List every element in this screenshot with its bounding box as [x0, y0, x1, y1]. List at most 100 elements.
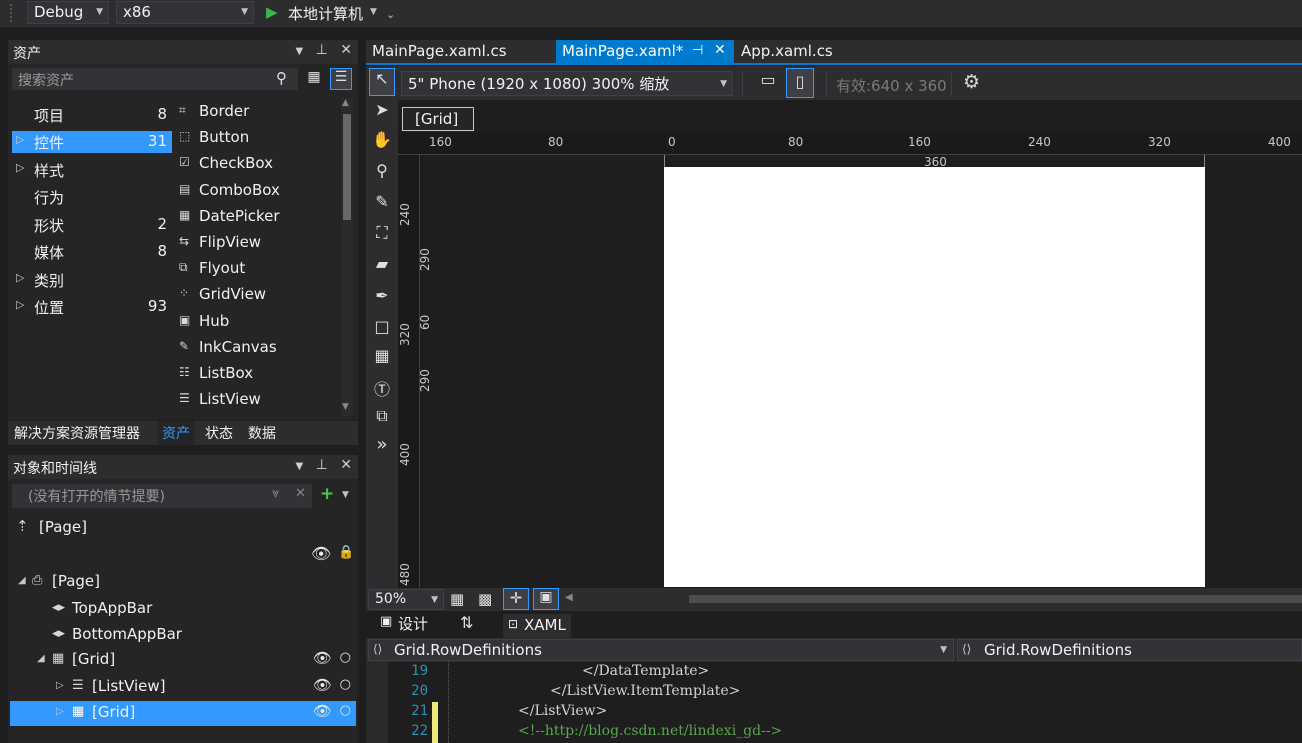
asset-control-item[interactable]: ⁘ GridView: [176, 284, 342, 308]
tab-solution-explorer[interactable]: 解决方案资源管理器: [10, 421, 144, 445]
close-icon[interactable]: ✕: [295, 486, 306, 501]
code-line[interactable]: 20 </ListView.ItemTemplate>: [366, 683, 1302, 703]
eye-icon[interactable]: 👁: [313, 676, 332, 694]
asset-category-item[interactable]: 项目 8: [12, 104, 172, 126]
select-arrow-icon[interactable]: ➤: [370, 100, 394, 126]
pen-icon[interactable]: ✒: [370, 286, 394, 312]
lock-icon[interactable]: 🔒: [338, 545, 354, 560]
tab-mainpage-cs[interactable]: MainPage.xaml.cs: [366, 40, 513, 64]
expand-icon[interactable]: ▷: [16, 161, 24, 174]
scroll-left-icon[interactable]: ◀: [565, 592, 573, 603]
tab-app-cs[interactable]: App.xaml.cs: [735, 40, 839, 64]
object-tree-item[interactable]: ◢ ▦ [Grid] 👁 ○: [10, 648, 356, 673]
grid-layout-icon[interactable]: ▦: [370, 346, 394, 372]
tab-xaml-view[interactable]: ⊡ XAML: [503, 614, 571, 638]
asset-category-item[interactable]: 媒体 8: [12, 241, 172, 263]
pan-hand-icon[interactable]: ✋: [370, 130, 394, 156]
scope-up-button[interactable]: ⇡ [Page]: [12, 516, 212, 538]
close-icon[interactable]: ✕: [714, 42, 726, 58]
asset-category-item[interactable]: ▷ 样式: [12, 159, 172, 181]
storyboard-dropdown[interactable]: (没有打开的情节提要) ⩔ ✕: [12, 484, 312, 508]
code-line[interactable]: 21 </ListView>: [366, 703, 1302, 723]
object-tree-item[interactable]: ◢ ⎙ [Page]: [10, 570, 356, 595]
gear-icon[interactable]: ⚙: [963, 71, 980, 93]
asset-control-item[interactable]: ⌗ Border: [176, 101, 342, 125]
lock-toggle-icon[interactable]: ○: [340, 703, 351, 718]
pin-icon[interactable]: ⊥: [316, 42, 328, 58]
text-tool-icon[interactable]: Ⓣ: [370, 376, 394, 402]
type-nav-dropdown[interactable]: ⟨⟩ Grid.RowDefinitions ▼: [368, 639, 954, 661]
list-view-icon[interactable]: ☰: [330, 68, 352, 90]
selection-tool-icon[interactable]: ↖: [369, 68, 395, 96]
lock-toggle-icon[interactable]: ○: [340, 650, 351, 665]
chevron-down-icon[interactable]: ▼: [342, 490, 349, 500]
more-tools-icon[interactable]: »: [370, 434, 394, 460]
platform-dropdown[interactable]: x86 ▼: [116, 1, 254, 24]
expand-icon[interactable]: ▷: [16, 298, 24, 311]
breadcrumb[interactable]: [Grid]: [402, 107, 474, 131]
eye-icon[interactable]: 👁: [311, 544, 331, 563]
asset-control-item[interactable]: ⧉ Flyout: [176, 258, 342, 282]
asset-control-item[interactable]: ☰ ListView: [176, 389, 342, 413]
search-icon[interactable]: ⚲: [276, 69, 287, 87]
close-icon[interactable]: ✕: [340, 457, 352, 473]
eyedropper-icon[interactable]: ✎: [370, 192, 394, 218]
snap-lines-icon[interactable]: ✛: [503, 588, 529, 610]
chevron-down-icon[interactable]: ▼: [295, 461, 303, 472]
code-line[interactable]: 19 </DataTemplate>: [366, 663, 1302, 683]
asset-category-item[interactable]: ▷ 类别: [12, 269, 172, 291]
device-dropdown[interactable]: 5" Phone (1920 x 1080) 300% 缩放 ▼: [401, 71, 733, 96]
tab-mainpage-xaml[interactable]: MainPage.xaml* ⊣ ✕: [556, 40, 734, 64]
asset-control-item[interactable]: ⬚ Button: [176, 127, 342, 151]
asset-category-item[interactable]: ▷ 位置 93: [12, 296, 172, 318]
overflow-icon[interactable]: ⌄: [386, 8, 395, 21]
asset-control-item[interactable]: ☑ CheckBox: [176, 153, 342, 177]
paint-bucket-icon[interactable]: ⛶: [370, 223, 394, 249]
object-tree-item[interactable]: ◂▸ BottomAppBar: [10, 623, 356, 648]
object-tree-item[interactable]: ◂▸ TopAppBar: [10, 597, 356, 622]
tab-states[interactable]: 状态: [201, 421, 237, 445]
chevron-down-icon[interactable]: ▼: [295, 46, 303, 57]
controls-scrollbar[interactable]: ▲ ▼: [341, 98, 353, 416]
collapse-icon[interactable]: ⩔: [272, 486, 279, 501]
asset-control-item[interactable]: ▤ ComboBox: [176, 180, 342, 204]
scroll-down-icon[interactable]: ▼: [342, 402, 349, 412]
asset-control-item[interactable]: ☷ ListBox: [176, 363, 342, 387]
asset-category-item[interactable]: 形状 2: [12, 214, 172, 236]
object-tree-item[interactable]: ▷ ☰ [ListView] 👁 ○: [10, 675, 356, 700]
eye-icon[interactable]: 👁: [313, 702, 332, 720]
expand-icon[interactable]: ▷: [56, 706, 64, 717]
control-tool-icon[interactable]: ⧉: [370, 406, 394, 432]
add-storyboard-icon[interactable]: +: [320, 484, 334, 504]
solution-config-dropdown[interactable]: Debug ▼: [27, 1, 109, 24]
run-button[interactable]: ▶ 本地计算机 ▼: [264, 2, 382, 24]
landscape-icon[interactable]: ▭: [755, 70, 781, 96]
tab-design-view[interactable]: ▣ 设计: [374, 612, 446, 635]
grid-view-icon[interactable]: ▦: [304, 69, 324, 89]
zoom-dropdown[interactable]: 50% ▼: [368, 589, 444, 610]
expand-icon[interactable]: ▷: [16, 133, 24, 146]
lock-toggle-icon[interactable]: ○: [340, 677, 351, 692]
artboard-page[interactable]: [664, 167, 1205, 587]
code-line[interactable]: 22 <!--http://blog.csdn.net/lindexi_gd-->: [366, 723, 1302, 743]
pin-icon[interactable]: ⊣: [692, 43, 703, 58]
zoom-icon[interactable]: ⚲: [370, 161, 394, 187]
snap-grid-icon[interactable]: ▩: [478, 590, 492, 608]
object-tree-item[interactable]: ▷ ▦ [Grid] 👁 ○: [10, 701, 356, 726]
asset-control-item[interactable]: ▣ Hub: [176, 311, 342, 335]
asset-control-item[interactable]: ▦ DatePicker: [176, 206, 342, 230]
close-icon[interactable]: ✕: [340, 42, 352, 58]
expand-icon[interactable]: ▷: [56, 680, 64, 691]
expand-icon[interactable]: ▷: [16, 271, 24, 284]
scroll-up-icon[interactable]: ▲: [342, 98, 349, 108]
swap-panes-icon[interactable]: ⇅: [460, 613, 473, 632]
grid-toggle-icon[interactable]: ▦: [450, 590, 464, 608]
horizontal-scrollbar-thumb[interactable]: [689, 595, 1302, 603]
asset-control-item[interactable]: ⇆ FlipView: [176, 232, 342, 256]
tab-assets[interactable]: 资产: [158, 421, 194, 445]
expand-icon[interactable]: ◢: [18, 575, 26, 586]
project-data-icon[interactable]: ▣: [533, 588, 559, 610]
member-nav-dropdown[interactable]: ⟨⟩ Grid.RowDefinitions: [957, 639, 1302, 661]
assets-search-input[interactable]: 搜索资产: [12, 68, 298, 90]
expand-icon[interactable]: ◢: [37, 653, 45, 664]
